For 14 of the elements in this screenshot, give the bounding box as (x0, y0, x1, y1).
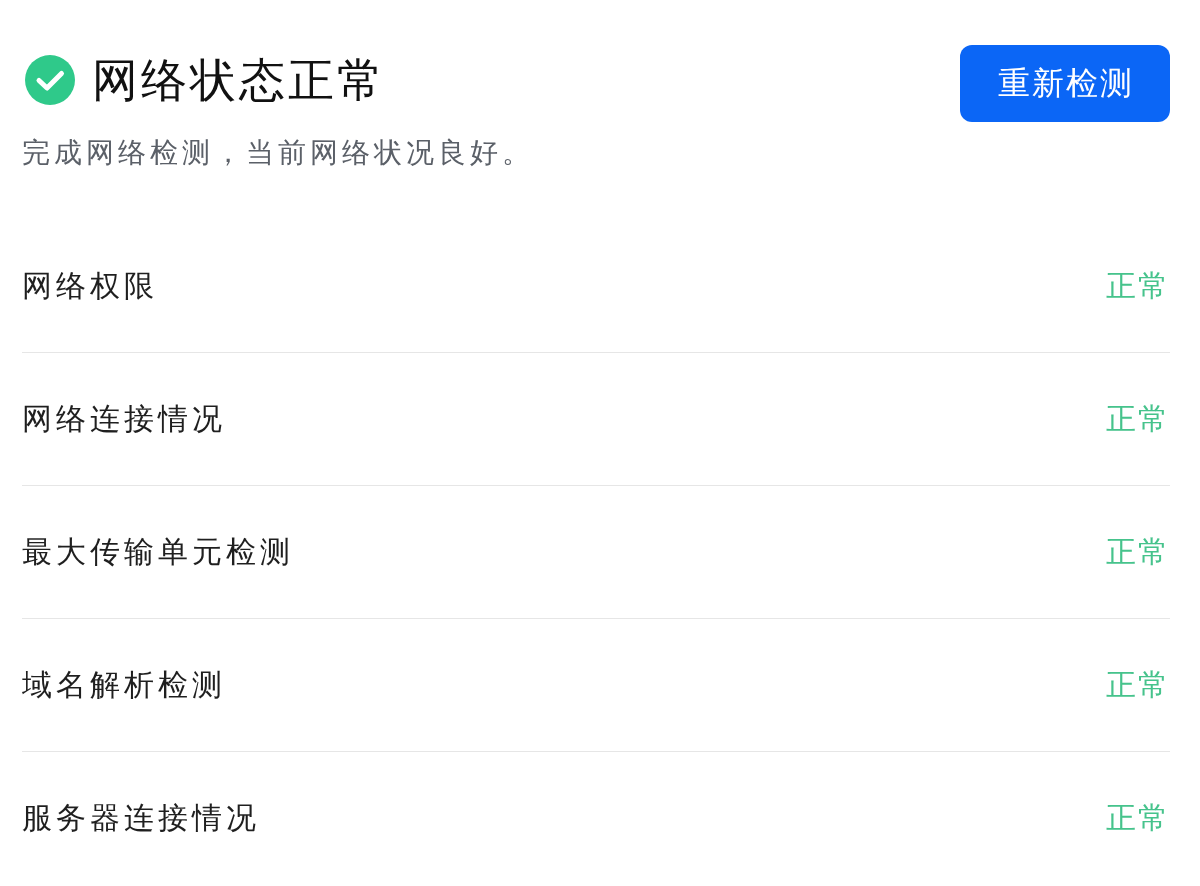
status-description: 完成网络检测，当前网络状况良好。 (22, 135, 534, 171)
check-name: 服务器连接情况 (22, 798, 260, 837)
check-status: 正常 (1106, 665, 1170, 704)
check-name: 网络连接情况 (22, 399, 226, 438)
check-circle-icon (25, 55, 75, 105)
recheck-button[interactable]: 重新检测 (960, 45, 1170, 122)
status-title: 网络状态正常 (92, 52, 386, 109)
check-status: 正常 (1106, 266, 1170, 305)
check-status: 正常 (1106, 798, 1170, 837)
check-name: 网络权限 (22, 266, 158, 305)
check-status: 正常 (1106, 399, 1170, 438)
check-status: 正常 (1106, 532, 1170, 571)
check-name: 域名解析检测 (22, 665, 226, 704)
check-name: 最大传输单元检测 (22, 532, 294, 571)
